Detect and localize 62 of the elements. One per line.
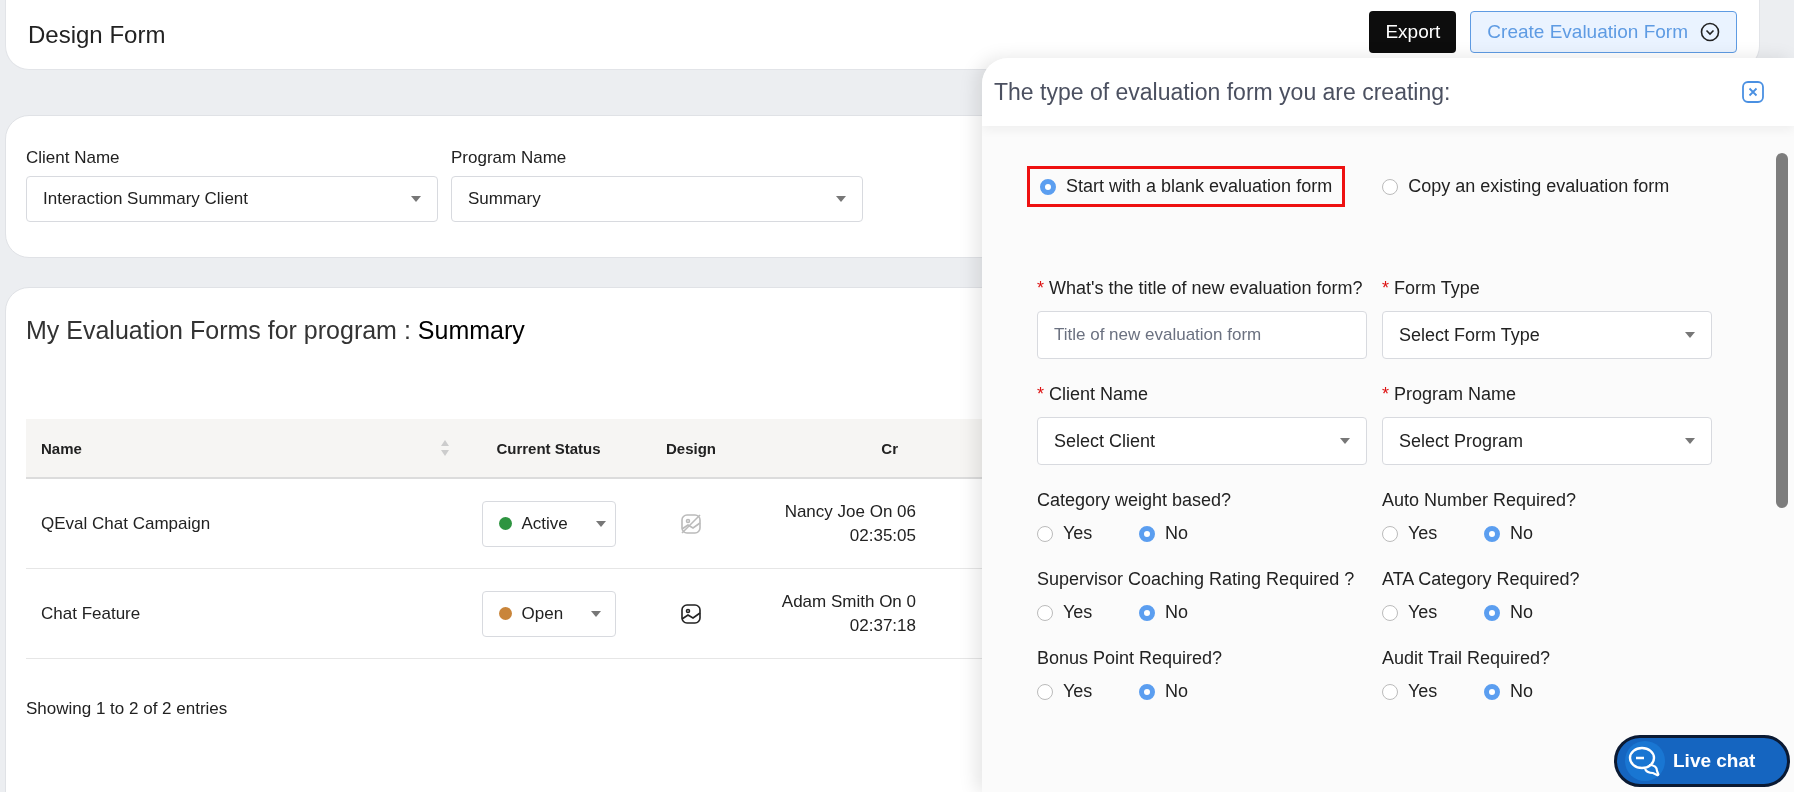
image-icon[interactable]	[679, 601, 703, 626]
select-dropdown[interactable]: Select Program	[1382, 417, 1712, 465]
title-input-field[interactable]: Title of new evaluation form	[1037, 311, 1367, 359]
chat-bubbles-icon	[1625, 741, 1665, 781]
column-header: Current Status	[496, 439, 601, 457]
radio-option[interactable]: Yes	[1382, 681, 1458, 702]
filter-dropdown[interactable]: Interaction Summary Client	[26, 176, 438, 222]
field-label: Bonus Point Required?	[1037, 647, 1223, 670]
column-header: Name	[41, 439, 82, 457]
radio-option[interactable]: No	[1484, 523, 1560, 544]
status-dropdown[interactable]: Active	[481, 500, 616, 547]
field-label: Audit Trail Required?	[1382, 647, 1551, 670]
filter-label: Program Name	[451, 148, 568, 168]
field-label: Program Name	[1394, 383, 1517, 406]
select-dropdown[interactable]: Select Form Type	[1382, 311, 1712, 359]
required-mark: *	[1382, 277, 1389, 300]
form-type-option[interactable]: Start with a blank evaluation form	[1027, 166, 1346, 207]
table-cell: 02:35:05	[849, 525, 916, 546]
radio-option[interactable]: Yes	[1037, 602, 1113, 623]
field-label: What's the title of new evaluation form?	[1049, 277, 1363, 300]
section-title: My Evaluation Forms for program : Summary	[26, 316, 526, 345]
field-label: Client Name	[1049, 383, 1149, 406]
radio-option[interactable]: No	[1484, 681, 1560, 702]
table-cell: Adam Smith On 0	[781, 591, 916, 612]
field-label: ATA Category Required?	[1382, 568, 1580, 591]
table-cell: 02:37:18	[849, 615, 916, 636]
required-mark: *	[1037, 277, 1044, 300]
close-icon[interactable]	[1742, 81, 1764, 103]
radio-option[interactable]: Yes	[1037, 523, 1113, 544]
caret-icon	[836, 196, 846, 202]
scrollbar-thumb[interactable]	[1776, 153, 1788, 508]
table-cell: QEval Chat Campaign	[41, 513, 211, 534]
field-label: Supervisor Coaching Rating Required ?	[1037, 568, 1355, 591]
field-label: Auto Number Required?	[1382, 489, 1577, 512]
page-title: Design Form	[28, 20, 166, 49]
panel-title: The type of evaluation form you are creating:	[994, 78, 1451, 106]
radio-option[interactable]: Yes	[1382, 602, 1458, 623]
sort-icon[interactable]	[440, 438, 450, 458]
table-cell: Chat Feature	[41, 603, 141, 624]
radio-option[interactable]: No	[1139, 523, 1215, 544]
radio-option[interactable]: No	[1139, 602, 1215, 623]
radio-option[interactable]: Yes	[1382, 523, 1458, 544]
entries-info: Showing 1 to 2 of 2 entries	[26, 699, 229, 719]
filter-dropdown[interactable]: Summary	[451, 176, 863, 222]
export-button[interactable]: Export	[1369, 10, 1457, 53]
radio-option[interactable]: No	[1484, 602, 1560, 623]
required-mark: *	[1037, 383, 1044, 406]
filter-label: Client Name	[26, 148, 121, 168]
select-dropdown[interactable]: Select Client	[1037, 417, 1367, 465]
status-dropdown[interactable]: Open	[481, 590, 616, 637]
table-cell: Nancy Joe On 06	[784, 501, 916, 522]
chevron-down-icon	[1700, 21, 1720, 42]
field-label: Form Type	[1394, 277, 1480, 300]
form-type-option[interactable]: Copy an existing evaluation form	[1369, 166, 1683, 207]
caret-icon	[411, 196, 421, 202]
column-header: Cr	[881, 439, 898, 457]
radio-option[interactable]: Yes	[1037, 681, 1113, 702]
radio-option[interactable]: No	[1139, 681, 1215, 702]
live-chat-button[interactable]: Live chat	[1614, 735, 1790, 787]
required-mark: *	[1382, 383, 1389, 406]
column-header: Design	[666, 439, 716, 457]
field-label: Category weight based?	[1037, 489, 1232, 512]
